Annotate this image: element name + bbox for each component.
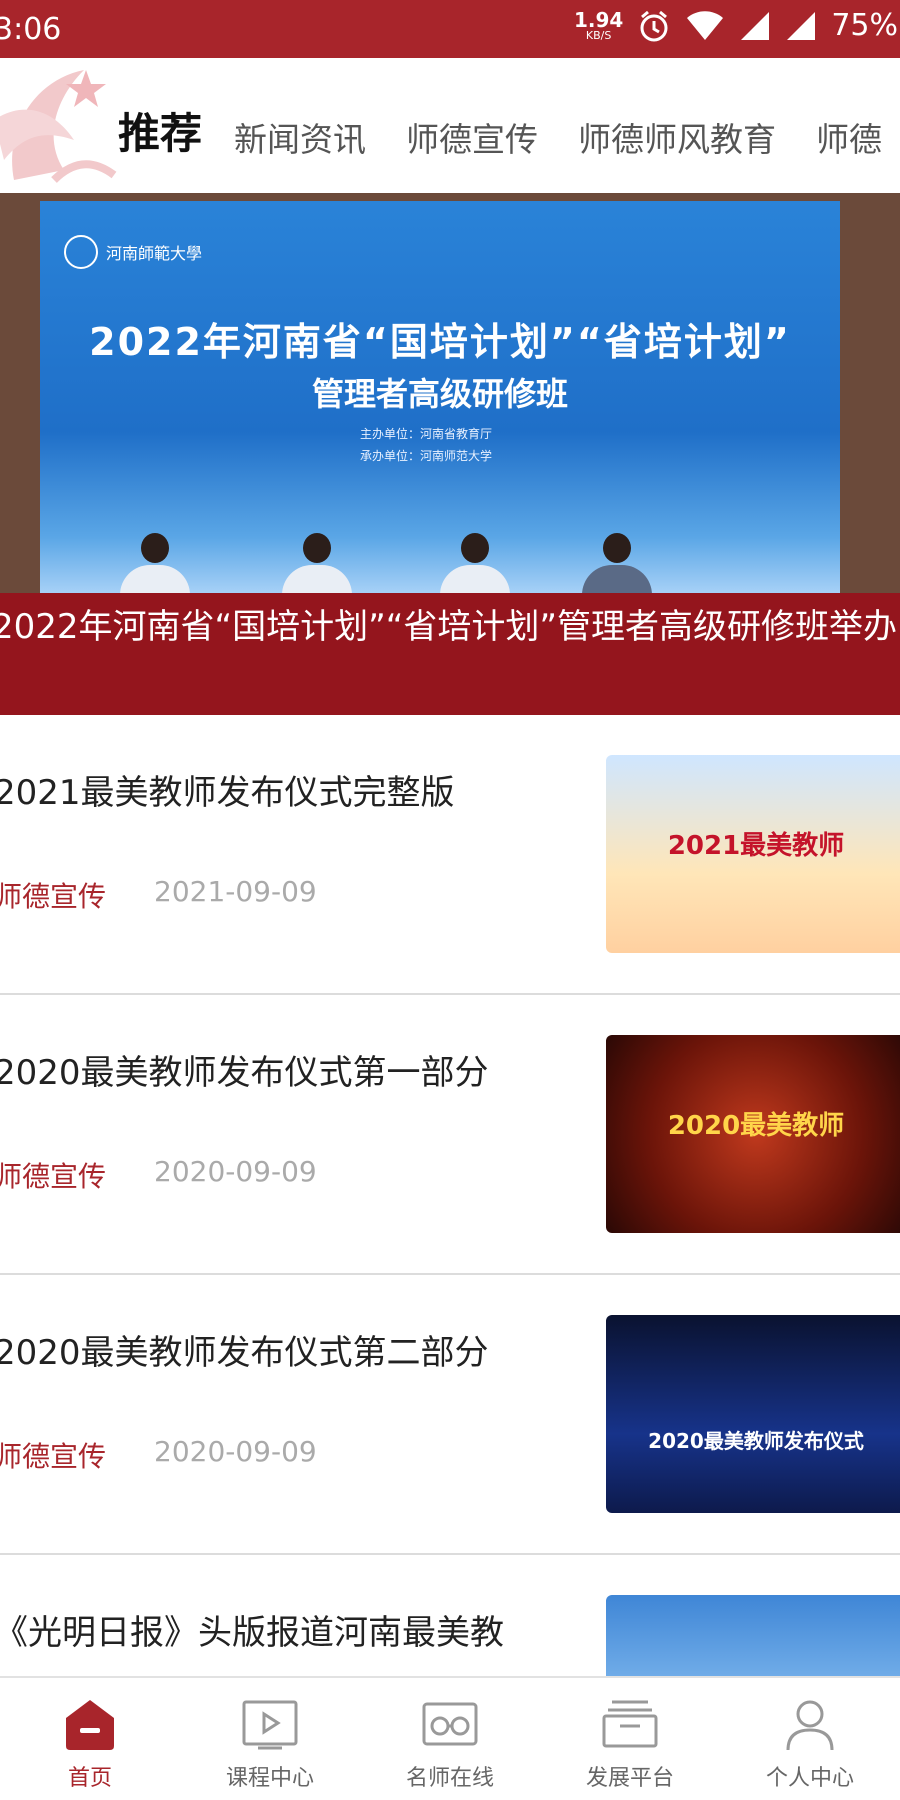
article-title: 2021最美教师发布仪式完整版: [0, 773, 455, 813]
featured-banner[interactable]: 河南師範大學 2022年河南省“国培计划”“省培计划” 管理者高级研修班 主办单…: [0, 193, 900, 715]
glasses-icon: [422, 1702, 478, 1746]
article-category: 师德宣传: [0, 1160, 107, 1193]
video-play-icon: [242, 1700, 298, 1750]
list-item[interactable]: 2020最美教师发布仪式第二部分 师德宣传 2020-09-09 2020最美教…: [0, 1275, 900, 1555]
article-date: 2020-09-09: [154, 1155, 317, 1188]
tab-recommend[interactable]: 推荐: [118, 100, 207, 161]
screen-headline: 2022年河南省“国培计划”“省培计划”: [89, 320, 791, 364]
app-logo-icon: [0, 70, 117, 183]
signal-icon-2: [787, 11, 816, 40]
article-date: 2020-09-09: [154, 1435, 317, 1468]
article-category: 师德宣传: [0, 1440, 107, 1473]
bottom-navigation: 首页 课程中心 名师在线 发展平台 个人中心: [0, 1676, 900, 1800]
status-time: 3:06: [0, 12, 62, 47]
university-logo: 河南師範大學: [64, 235, 202, 269]
banner-caption: 2022年河南省“国培计划”“省培计划”管理者高级研修班举办: [0, 593, 900, 715]
list-item[interactable]: 2021最美教师发布仪式完整版 师德宣传 2021-09-09 2021最美教师: [0, 715, 900, 995]
home-icon: [66, 1700, 114, 1750]
article-date: 2021-09-09: [154, 875, 317, 908]
tab-more[interactable]: 师德: [816, 113, 882, 161]
article-title: 2020最美教师发布仪式第二部分: [0, 1333, 489, 1373]
article-thumbnail: 2020最美教师: [606, 1035, 900, 1233]
article-thumbnail: 2021最美教师: [606, 755, 900, 953]
status-bar: 3:06 1.94 KB/S 75%: [0, 0, 900, 58]
article-category: 师德宣传: [0, 880, 107, 913]
article-list: 2021最美教师发布仪式完整版 师德宣传 2021-09-09 2021最美教师…: [0, 715, 900, 1800]
nav-famous-teacher[interactable]: 名师在线: [360, 1678, 540, 1800]
university-seal-icon: [64, 235, 98, 269]
nav-personal-center[interactable]: 个人中心: [720, 1678, 900, 1800]
article-title: 《光明日报》头版报道河南最美教: [0, 1613, 504, 1653]
tab-ethics-education[interactable]: 师德师风教育: [578, 113, 776, 161]
nav-course-center[interactable]: 课程中心: [180, 1678, 360, 1800]
tab-ethics-promotion[interactable]: 师德宣传: [406, 113, 538, 161]
nav-home[interactable]: 首页: [0, 1678, 180, 1800]
nav-development-platform[interactable]: 发展平台: [540, 1678, 720, 1800]
category-tabs: 推荐 新闻资讯 师德宣传 师德师风教育 师德: [118, 100, 900, 161]
screen-hosts: 主办单位：河南省教育厅 承办单位：河南师范大学: [360, 427, 493, 463]
screen-subheadline: 管理者高级研修班: [311, 375, 568, 413]
tab-news[interactable]: 新闻资讯: [234, 113, 366, 161]
wifi-icon: [687, 10, 724, 40]
network-speed: 1.94 KB/S: [573, 8, 624, 42]
alarm-icon: [640, 10, 668, 41]
article-thumbnail: 2020最美教师发布仪式: [606, 1315, 900, 1513]
stack-icon: [602, 1700, 658, 1748]
signal-icon: [741, 11, 770, 40]
header: 推荐 新闻资讯 师德宣传 师德师风教育 师德: [0, 58, 900, 193]
person-icon: [786, 1700, 834, 1751]
list-item[interactable]: 2020最美教师发布仪式第一部分 师德宣传 2020-09-09 2020最美教…: [0, 995, 900, 1275]
status-icons: 1.94 KB/S 75%: [574, 8, 898, 43]
battery-level: 75%: [831, 8, 898, 43]
article-title: 2020最美教师发布仪式第一部分: [0, 1053, 489, 1093]
